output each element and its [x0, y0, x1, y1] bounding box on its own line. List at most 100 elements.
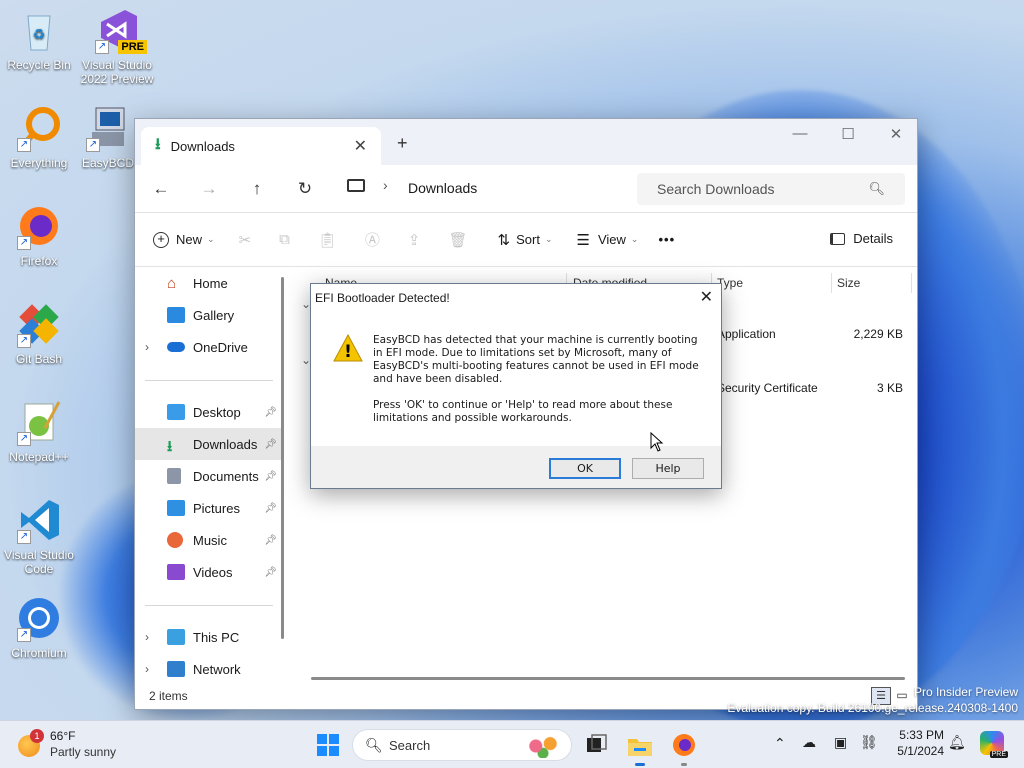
sidebar-item-downloads[interactable]: ⭳ Downloads 📌︎: [135, 428, 283, 460]
chevron-right-icon[interactable]: ›: [145, 630, 149, 644]
shortcut-arrow-icon: ↗: [17, 432, 31, 446]
column-header-size[interactable]: Size: [837, 267, 860, 299]
breadcrumb-downloads[interactable]: Downloads: [408, 180, 477, 196]
this-pc-icon: [167, 629, 185, 645]
sidebar-item-videos[interactable]: Videos 📌︎: [135, 556, 283, 588]
desktop-icon-label: Visual Studio 2022 Preview: [80, 58, 154, 86]
onedrive-icon: [167, 342, 185, 352]
link-icon[interactable]: ⛓: [860, 734, 878, 751]
more-options-button[interactable]: •••: [658, 232, 675, 247]
new-tab-button[interactable]: +: [397, 133, 408, 154]
close-tab-icon[interactable]: ✕: [354, 136, 367, 156]
shortcut-arrow-icon: ↗: [17, 236, 31, 250]
network-disconnected-icon[interactable]: ☁: [802, 734, 816, 751]
desktop-icon-recycle-bin[interactable]: ♻ Recycle Bin: [1, 6, 77, 72]
sidebar-item-label: Home: [193, 275, 228, 291]
dialog-close-button[interactable]: ✕: [700, 284, 713, 312]
desktop-icon-everything[interactable]: ↗ Everything: [1, 104, 77, 170]
up-button[interactable]: ↑: [233, 179, 281, 199]
show-hidden-icons-chevron[interactable]: ⌃: [774, 735, 786, 752]
maximize-button[interactable]: ☐: [825, 125, 871, 143]
desktop-icon-label: Git Bash: [15, 352, 63, 366]
cut-icon[interactable]: ✂: [239, 231, 252, 249]
task-view-icon[interactable]: [582, 731, 610, 759]
clock[interactable]: 5:33 PM 5/1/2024: [884, 727, 944, 759]
command-bar: + New ⌄ ✂ ⧉ 📋︎ Ⓐ ⇪ 🗑︎ ⇅ Sort ⌄ ☰ View ⌄ …: [135, 213, 917, 267]
desktop-icon-label: Recycle Bin: [7, 58, 71, 72]
taskbar-search-box[interactable]: 🔍︎ Search: [352, 729, 572, 761]
ok-button[interactable]: OK: [549, 458, 621, 479]
sidebar-item-label: This PC: [193, 629, 240, 645]
copilot-icon[interactable]: PRE: [980, 731, 1008, 758]
sidebar-item-gallery[interactable]: Gallery: [135, 299, 283, 331]
close-window-button[interactable]: ✕: [873, 125, 919, 143]
refresh-button[interactable]: ↻: [281, 179, 329, 199]
dialog-title: EFI Bootloader Detected!: [315, 291, 450, 305]
svg-text:♻: ♻: [33, 26, 46, 42]
pin-icon: 📌︎: [264, 438, 277, 450]
preview-badge: PRE: [118, 40, 147, 54]
sidebar-item-label: Videos: [193, 564, 233, 580]
search-highlight-flowers-icon: [525, 734, 561, 758]
pin-icon: 📌︎: [264, 470, 277, 482]
desktop-icon-visual-studio[interactable]: PRE ↗ Visual Studio 2022 Preview: [79, 6, 155, 86]
display-icon[interactable]: ▣: [834, 734, 847, 751]
sidebar-item-music[interactable]: Music 📌︎: [135, 524, 283, 556]
desktop-icon-chromium[interactable]: ↗ Chromium: [1, 594, 77, 660]
sidebar-item-desktop[interactable]: Desktop 📌︎: [135, 396, 283, 428]
desktop-icon-firefox[interactable]: ↗ Firefox: [1, 202, 77, 268]
tab-downloads[interactable]: ⭳ Downloads ✕: [141, 127, 381, 165]
sidebar-item-network[interactable]: › Network: [135, 653, 283, 685]
music-icon: [167, 532, 183, 548]
sidebar-item-home[interactable]: ⌂ Home: [135, 267, 283, 299]
start-button[interactable]: [314, 731, 342, 759]
desktop-icon-vscode[interactable]: ↗ Visual Studio Code: [1, 496, 77, 576]
network-icon: [167, 661, 185, 677]
notification-bell-icon[interactable]: 🔔︎: [948, 734, 966, 751]
tab-title: Downloads: [170, 138, 235, 154]
sidebar-item-documents[interactable]: Documents 📌︎: [135, 460, 283, 492]
chevron-right-icon[interactable]: ›: [145, 340, 149, 354]
forward-button[interactable]: →: [185, 179, 233, 199]
easybcd-icon: ↗: [84, 104, 132, 152]
file-explorer-taskbar-icon[interactable]: [626, 731, 654, 766]
details-pane-button[interactable]: Details: [830, 231, 893, 246]
shortcut-arrow-icon: ↗: [95, 40, 109, 54]
firefox-taskbar-icon[interactable]: [670, 731, 698, 766]
help-button[interactable]: Help: [632, 458, 704, 479]
copy-icon[interactable]: ⧉: [279, 231, 290, 248]
time: 5:33 PM: [899, 728, 944, 742]
gallery-icon: [167, 307, 185, 323]
sidebar-scrollbar[interactable]: [281, 277, 284, 639]
new-button[interactable]: + New ⌄: [153, 231, 215, 248]
desktop-icon-git-bash[interactable]: ↗ Git Bash: [1, 300, 77, 366]
desktop-icon-notepadpp[interactable]: ↗ Notepad++: [1, 398, 77, 464]
sort-button[interactable]: ⇅ Sort ⌄: [498, 231, 553, 249]
desktop-icon-label: Chromium: [11, 646, 67, 660]
dialog-message-1: EasyBCD has detected that your machine i…: [373, 334, 699, 385]
search-box[interactable]: Search Downloads 🔍︎: [637, 173, 905, 205]
sidebar-item-onedrive[interactable]: › OneDrive: [135, 331, 283, 363]
sidebar-item-this-pc[interactable]: › This PC: [135, 621, 283, 653]
address-bar: ← → ↑ ↻ › Downloads Search Downloads 🔍︎: [135, 165, 917, 213]
rename-icon[interactable]: Ⓐ: [365, 229, 380, 250]
share-icon[interactable]: ⇪: [408, 231, 421, 249]
paste-icon[interactable]: 📋︎: [318, 231, 337, 249]
sidebar-item-label: OneDrive: [193, 339, 248, 355]
view-button[interactable]: ☰ View ⌄: [577, 231, 639, 249]
weather-widget[interactable]: 1 66°F Partly sunny: [16, 727, 136, 763]
delete-icon[interactable]: 🗑︎: [449, 231, 468, 249]
chevron-right-icon[interactable]: ›: [145, 662, 149, 676]
chromium-icon: ↗: [15, 594, 63, 642]
sidebar-item-label: Network: [193, 661, 241, 677]
back-button[interactable]: ←: [137, 179, 185, 199]
horizontal-scrollbar[interactable]: [311, 677, 905, 680]
minimize-button[interactable]: —: [777, 125, 823, 142]
preview-badge: PRE: [989, 751, 1008, 758]
this-pc-icon[interactable]: [347, 179, 365, 192]
file-size-cell: 2,229 KB: [853, 327, 903, 341]
dialog-titlebar: EFI Bootloader Detected! ✕: [311, 284, 721, 312]
details-label: Details: [853, 231, 893, 246]
sidebar-item-pictures[interactable]: Pictures 📌︎: [135, 492, 283, 524]
desktop-icon-label: Everything: [10, 156, 68, 170]
